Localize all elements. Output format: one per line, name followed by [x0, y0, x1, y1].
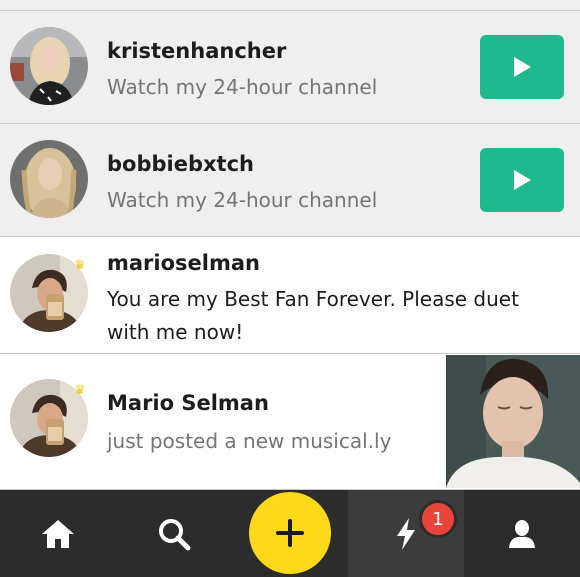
channel-subtitle: Watch my 24-hour channel: [107, 75, 378, 99]
home-icon: [42, 519, 74, 548]
notification-count-badge: 1: [419, 500, 457, 538]
activity-feed: kristenhancher Watch my 24-hour channel …: [0, 0, 580, 490]
play-icon: [514, 170, 531, 190]
create-plus-icon: [276, 519, 304, 547]
play-icon: [514, 57, 531, 77]
message-text: You are my Best Fan Forever. Please duet…: [107, 287, 519, 344]
channel-username: bobbiebxtch: [107, 152, 254, 176]
avatar[interactable]: [10, 140, 88, 218]
channel-subtitle: Watch my 24-hour channel: [107, 188, 378, 212]
channel-username: kristenhancher: [107, 39, 287, 63]
post-row[interactable]: ♛ Mario Selman just posted a new musical…: [0, 354, 580, 490]
avatar[interactable]: [10, 27, 88, 105]
channel-row[interactable]: kristenhancher Watch my 24-hour channel: [0, 11, 580, 124]
profile-icon: [509, 519, 535, 548]
tab-home[interactable]: [0, 490, 116, 577]
crown-icon: ♛: [74, 258, 86, 273]
create-button[interactable]: [249, 492, 331, 574]
search-icon: [159, 518, 191, 550]
tab-profile[interactable]: [464, 490, 580, 577]
tab-search[interactable]: [116, 490, 232, 577]
play-channel-button[interactable]: [480, 35, 564, 99]
crown-icon: ♛: [74, 383, 86, 398]
bottom-tab-bar: 1: [0, 490, 580, 577]
notifications-bolt-icon: [397, 517, 415, 550]
video-thumbnail[interactable]: [446, 355, 580, 488]
channel-row[interactable]: bobbiebxtch Watch my 24-hour channel: [0, 124, 580, 237]
play-channel-button[interactable]: [480, 148, 564, 212]
top-divider: [0, 0, 580, 11]
post-subtitle: just posted a new musical.ly: [107, 429, 392, 453]
message-row[interactable]: ♛ marioselman You are my Best Fan Foreve…: [0, 237, 580, 354]
message-username: marioselman: [107, 251, 260, 275]
post-username: Mario Selman: [107, 391, 269, 415]
